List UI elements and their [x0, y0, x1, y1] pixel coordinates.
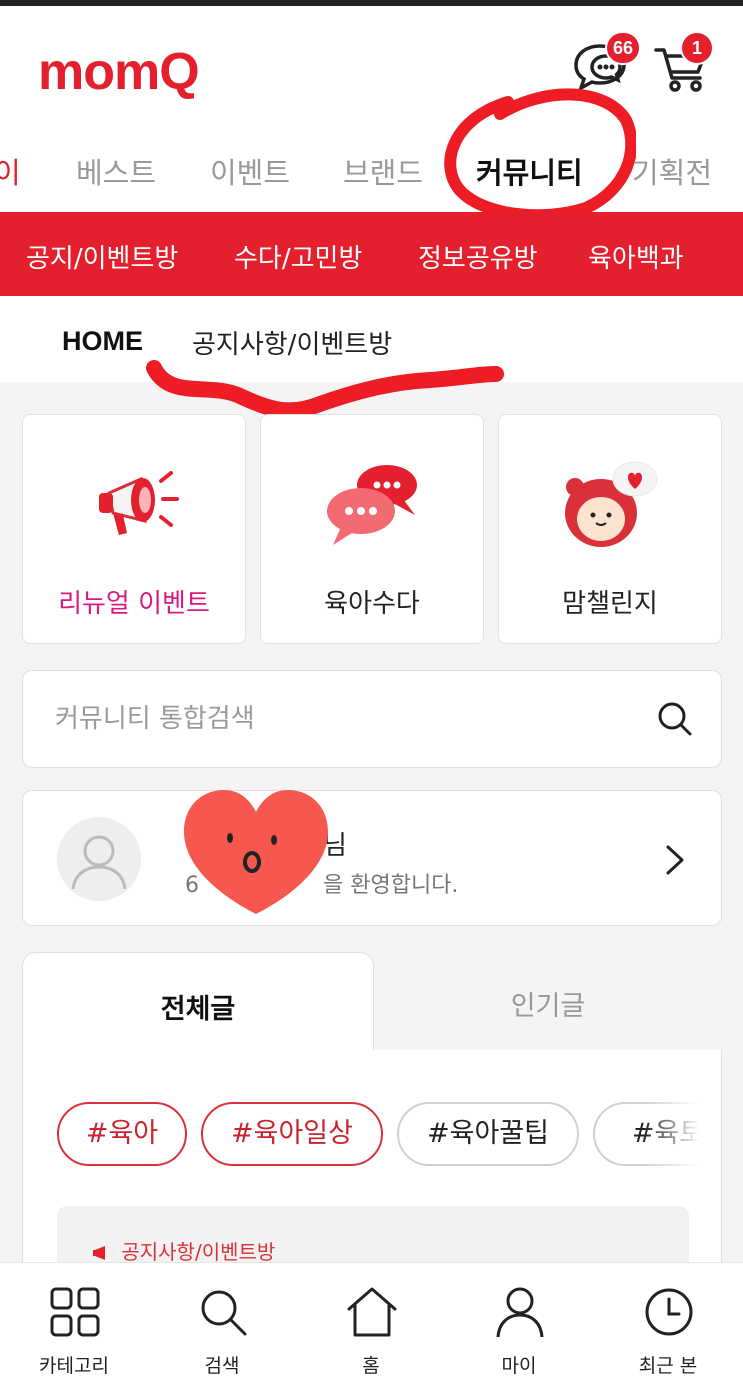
scroll-fade: [643, 1090, 721, 1180]
notice-card[interactable]: 공지사항/이벤트방: [57, 1206, 689, 1269]
heart-sticker: [184, 790, 328, 914]
grid-icon: [50, 1287, 100, 1337]
tile-renewal-event[interactable]: 리뉴얼 이벤트: [22, 414, 246, 644]
bottom-nav-recent[interactable]: 최근 본: [608, 1281, 728, 1381]
sub-nav-item-notice-event[interactable]: 공지/이벤트방: [26, 238, 178, 275]
momq-logo[interactable]: momQ: [38, 46, 200, 98]
cart-badge: 1: [680, 31, 714, 65]
tag-chip[interactable]: #육아: [57, 1102, 187, 1166]
sub-nav-item-parenting-encyclopedia[interactable]: 육아백과: [588, 238, 684, 275]
person-icon: [496, 1287, 544, 1338]
avatar: [57, 817, 141, 901]
search-icon: [201, 1290, 247, 1336]
person-icon: [71, 835, 127, 890]
main-nav-item-best[interactable]: 베스트: [76, 150, 156, 192]
bottom-nav-category[interactable]: 카테고리: [14, 1281, 134, 1381]
megaphone-icon: [99, 471, 179, 535]
character-heart-icon: [565, 461, 658, 547]
tab-all-posts[interactable]: 전체글: [22, 952, 374, 1052]
bottom-nav: 카테고리 검색 홈 마이 최근 본: [0, 1262, 743, 1389]
main-nav-item-partial[interactable]: 이: [0, 150, 21, 192]
tag-chip[interactable]: #육아꿀팁: [397, 1102, 579, 1166]
speech-bubbles-icon: [327, 465, 417, 545]
tile-parenting-chat[interactable]: 육아수다: [260, 414, 484, 644]
chat-badge: 66: [605, 31, 641, 65]
chevron-right-icon[interactable]: [663, 843, 687, 877]
tile-label: 리뉴얼 이벤트: [58, 589, 210, 619]
profile-card[interactable]: 님 6을 환영합니다.: [22, 790, 722, 926]
tag-chip[interactable]: #육아일상: [201, 1102, 383, 1166]
main-nav-item-event[interactable]: 이벤트: [210, 150, 290, 192]
post-tabs: 전체글 인기글: [22, 952, 722, 1052]
clock-icon: [645, 1288, 693, 1336]
megaphone-icon: [93, 1243, 115, 1261]
main-nav-item-brand[interactable]: 브랜드: [343, 150, 423, 192]
home-icon: [347, 1287, 397, 1337]
red-circle-annotation: [444, 88, 636, 222]
tile-label: 육아수다: [324, 589, 420, 619]
notice-label: 공지사항/이벤트방: [93, 1236, 275, 1265]
post-panel: #육아 #육아일상 #육아꿀팁 #육토 공지사항/이벤트방: [22, 1050, 722, 1270]
sub-nav-item-info-share[interactable]: 정보공유방: [418, 238, 538, 275]
community-search: [22, 670, 722, 768]
search-icon[interactable]: [655, 699, 695, 739]
bottom-nav-my[interactable]: 마이: [459, 1281, 579, 1381]
tab-popular-posts[interactable]: 인기글: [374, 952, 722, 1050]
sub-nav-item-chat-worry[interactable]: 수다/고민방: [234, 238, 362, 275]
tile-mom-challenge[interactable]: 맘챌린지: [498, 414, 722, 644]
search-input[interactable]: [55, 699, 615, 739]
sub-nav: 공지/이벤트방 수다/고민방 정보공유방 육아백과: [0, 212, 743, 296]
main-nav-item-exhibition[interactable]: 기획전: [632, 150, 712, 192]
tile-label: 맘챌린지: [562, 589, 658, 619]
bottom-nav-search[interactable]: 검색: [162, 1281, 282, 1381]
breadcrumb-home[interactable]: HOME: [62, 326, 143, 357]
bottom-nav-home[interactable]: 홈: [311, 1281, 431, 1381]
